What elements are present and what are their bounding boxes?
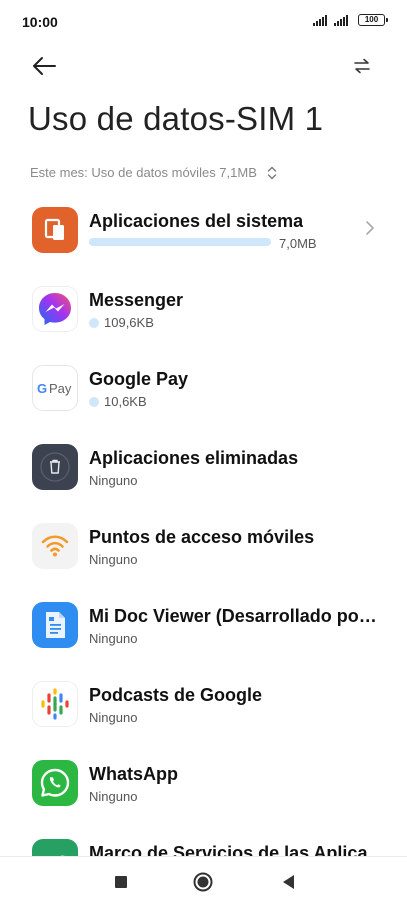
app-usage-row: Ninguno <box>89 789 137 804</box>
app-usage: 10,6KB <box>104 394 147 409</box>
app-usage-row: 10,6KB <box>89 394 147 409</box>
app-usage-row: Ninguno <box>89 473 137 488</box>
page-title: Uso de datos-SIM 1 <box>28 100 324 137</box>
svg-text:Pay: Pay <box>49 381 72 396</box>
chevron-right-icon <box>366 221 374 235</box>
recents-button[interactable] <box>109 870 133 894</box>
app-name: Podcasts de Google <box>89 685 263 705</box>
app-name: Mi Doc Viewer (Desarrollado por… <box>89 606 379 626</box>
status-icons: 100 <box>313 14 388 26</box>
whatsapp-icon <box>32 760 78 806</box>
app-name: WhatsApp <box>89 764 178 784</box>
chevron-up-down-icon <box>267 166 277 179</box>
app-name: Aplicaciones eliminadas <box>89 448 299 468</box>
app-usage-row: 109,6KB <box>89 315 154 330</box>
swap-arrows-icon <box>354 58 370 74</box>
list-item-google-podcasts[interactable]: Podcasts de Google Ninguno <box>0 664 407 743</box>
app-usage: Ninguno <box>89 710 138 725</box>
top-app-bar <box>0 44 407 88</box>
app-usage-row: Ninguno <box>89 552 137 567</box>
app-name: Puntos de acceso móviles <box>89 527 315 547</box>
status-time: 10:00 <box>22 14 58 30</box>
period-summary-text: Este mes: Uso de datos móviles 7,1MB <box>30 165 257 180</box>
arrow-left-icon <box>33 57 56 75</box>
trash-icon <box>32 444 78 490</box>
app-usage-row: Ninguno <box>89 631 137 646</box>
list-item-system-apps[interactable]: Aplicaciones del sistema 7,0MB <box>0 190 407 269</box>
list-item-hotspot[interactable]: Puntos de acceso móviles Ninguno <box>0 506 407 585</box>
wifi-hotspot-icon <box>32 523 78 569</box>
messenger-icon <box>32 286 78 332</box>
list-item-google-pay[interactable]: G Pay Google Pay 10,6KB <box>0 348 407 427</box>
app-usage: Ninguno <box>89 473 138 488</box>
circle-icon <box>193 872 213 892</box>
usage-dot <box>89 317 99 328</box>
list-item-whatsapp[interactable]: WhatsApp Ninguno <box>0 743 407 822</box>
system-navigation-bar <box>0 856 407 906</box>
app-usage-row: Ninguno <box>89 710 137 725</box>
app-name: Google Pay <box>89 369 189 389</box>
usage-dot <box>89 396 99 407</box>
usage-bar-fill <box>89 238 272 246</box>
svg-text:G: G <box>37 381 47 396</box>
list-item-mi-doc-viewer[interactable]: Mi Doc Viewer (Desarrollado por… Ninguno <box>0 585 407 664</box>
doc-viewer-icon <box>32 602 78 648</box>
google-pay-icon: G Pay <box>32 365 78 411</box>
signal-icon <box>334 14 351 26</box>
google-podcasts-icon <box>32 681 78 727</box>
signal-icon <box>313 14 330 26</box>
app-usage: 109,6KB <box>104 315 154 330</box>
battery-icon: 100 <box>358 14 388 26</box>
swap-sim-button[interactable] <box>347 52 377 80</box>
system-apps-icon <box>32 207 78 253</box>
app-name: Aplicaciones del sistema <box>89 211 304 231</box>
list-item-messenger[interactable]: Messenger 109,6KB <box>0 269 407 348</box>
square-icon <box>115 876 127 888</box>
nav-back-button[interactable] <box>276 870 300 894</box>
usage-bar <box>89 238 275 246</box>
app-usage: Ninguno <box>89 552 138 567</box>
app-usage: Ninguno <box>89 631 138 646</box>
period-selector[interactable]: Este mes: Uso de datos móviles 7,1MB <box>30 165 277 180</box>
home-button[interactable] <box>191 870 215 894</box>
app-usage: 7,0MB <box>279 236 317 251</box>
app-usage: Ninguno <box>89 789 138 804</box>
back-button[interactable] <box>24 50 64 82</box>
app-name: Messenger <box>89 290 184 310</box>
triangle-back-icon <box>283 875 294 889</box>
list-item-deleted-apps[interactable]: Aplicaciones eliminadas Ninguno <box>0 427 407 506</box>
status-bar: 10:00 100 <box>0 0 407 44</box>
